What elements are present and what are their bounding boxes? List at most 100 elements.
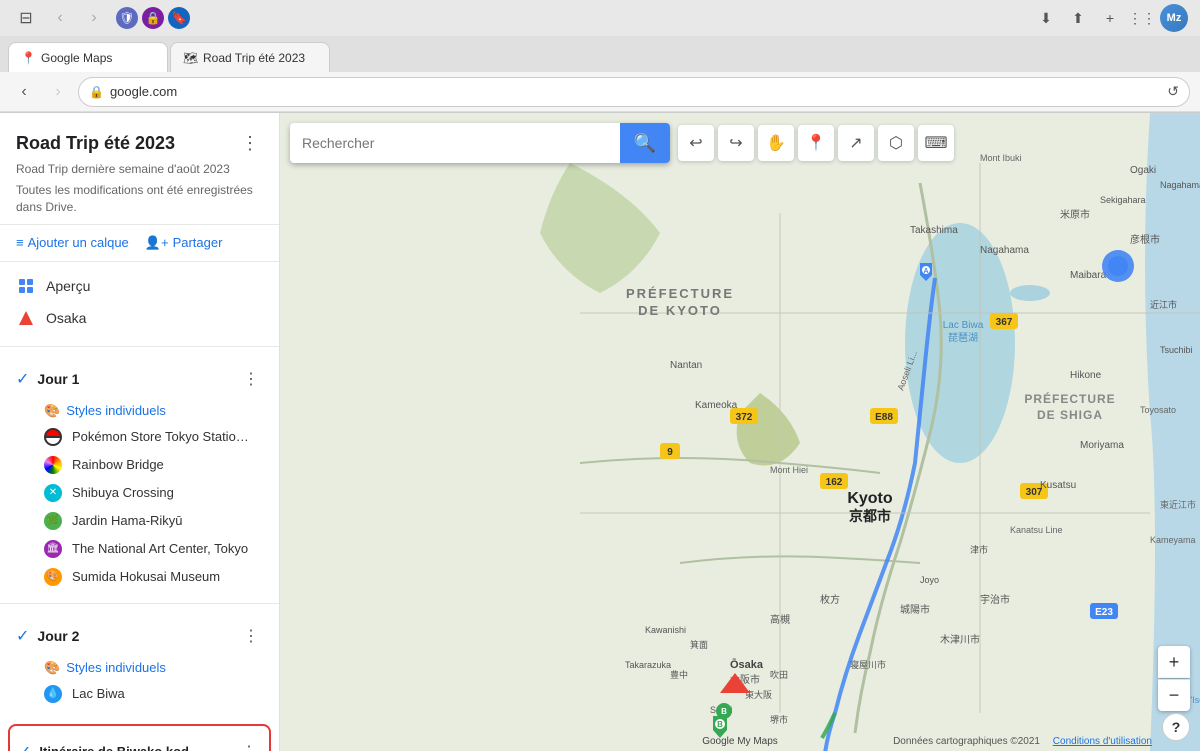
svg-text:Lac Biwa: Lac Biwa [943,320,984,331]
day1-check-icon: ✓ [16,369,29,389]
shibuya-item[interactable]: ✕ Shibuya Crossing [0,479,279,507]
divider-2 [0,603,279,604]
sidebar-more-button[interactable]: ⋮ [237,129,263,158]
svg-text:Ōsaka: Ōsaka [730,659,764,671]
nav-forward-button[interactable]: › [80,4,108,32]
sidebar: Road Trip été 2023 ⋮ Road Trip dernière … [0,113,280,751]
styles-icon: 🎨 [44,403,60,419]
svg-text:琵琶湖: 琵琶湖 [948,332,978,344]
tab-roadtrip[interactable]: 🗺 Road Trip été 2023 [170,42,330,72]
map-search-button[interactable]: 🔍 [620,123,670,163]
day2-styles-label: Styles individuels [66,660,166,675]
national-item[interactable]: 🏛 The National Art Center, Tokyo [0,535,279,563]
lac-biwa-item[interactable]: 💧 Lac Biwa [0,680,279,708]
extension-icon: 🔖 [168,7,190,29]
svg-text:372: 372 [736,412,753,423]
map-path-button[interactable]: ↗ [838,125,874,161]
day2-title: Jour 2 [37,628,79,644]
zoom-in-button[interactable]: + [1158,646,1190,678]
svg-text:A: A [923,268,928,275]
svg-text:DE SHIGA: DE SHIGA [1037,408,1103,422]
map-redo-button[interactable]: ↪ [718,125,754,161]
pokeball-icon [44,428,62,446]
search-icon: 🔍 [634,133,656,154]
svg-text:吹田: 吹田 [770,669,788,680]
svg-text:Nagahama: Nagahama [980,245,1029,256]
svg-text:Hikone: Hikone [1070,370,1102,381]
zoom-out-button[interactable]: − [1158,679,1190,711]
svg-text:豊中: 豊中 [670,669,688,680]
address-input[interactable] [110,84,1161,99]
svg-text:近江市: 近江市 [1150,299,1177,310]
nav-back-button[interactable]: ‹ [46,4,74,32]
map-background: E88 162 372 367 307 9 PRÉFECTURE DE KYOT… [280,113,1200,751]
day1-more-button[interactable]: ⋮ [239,365,263,393]
map-area[interactable]: E88 162 372 367 307 9 PRÉFECTURE DE KYOT… [280,113,1200,751]
map-help-button[interactable]: ? [1162,713,1190,741]
browser-toolbar: ‹ › 🔒 ↺ [0,72,1200,112]
svg-text:Nantan: Nantan [670,360,702,371]
map-undo-button[interactable]: ↩ [678,125,714,161]
rainbow-item[interactable]: Rainbow Bridge [0,451,279,479]
sidebar-save-note: Toutes les modifications ont été enregis… [16,182,263,216]
day2-more-button[interactable]: ⋮ [239,622,263,650]
hama-item[interactable]: 🌿 Jardin Hama-Rikyū [0,507,279,535]
grid-button[interactable]: ⋮⋮ [1128,4,1156,32]
new-tab-button[interactable]: + [1096,4,1124,32]
sidebar-subtitle: Road Trip dernière semaine d'août 2023 [16,162,263,176]
svg-text:Ogaki: Ogaki [1130,165,1156,176]
svg-text:B: B [717,720,723,729]
svg-text:堺市: 堺市 [770,714,788,725]
reload-icon[interactable]: ↺ [1167,83,1179,100]
sidebar-toggle-button[interactable]: ⊟ [12,4,40,32]
map-terms[interactable]: Conditions d'utilisation [1053,736,1152,747]
add-layer-button[interactable]: ≡ Ajouter un calque [16,235,129,251]
pokemon-item[interactable]: Pokémon Store Tokyo Statio… [0,423,279,451]
shield-icon: 🛡 [116,7,138,29]
svg-text:東近江市: 東近江市 [1160,499,1196,510]
day1-header: ✓ Jour 1 ⋮ [0,359,279,399]
day1-title: Jour 1 [37,371,79,387]
lock-icon: 🔒 [89,85,104,99]
overview-item[interactable]: Aperçu [0,270,279,302]
download-button[interactable]: ⬇ [1032,4,1060,32]
svg-text:Takarazuka: Takarazuka [625,660,671,670]
day2-styles-button[interactable]: 🎨 Styles individuels [0,656,182,680]
svg-text:E23: E23 [1095,607,1113,618]
browser-controls: ⊟ ‹ › [12,4,108,32]
day2-check-icon: ✓ [16,626,29,646]
map-text-button[interactable]: ⌨ [918,125,954,161]
day1-styles-button[interactable]: 🎨 Styles individuels [0,399,182,423]
shibuya-icon: ✕ [44,484,62,502]
tab-maps[interactable]: 📍 Google Maps [8,42,168,72]
svg-text:Takashima: Takashima [910,225,958,236]
user-avatar[interactable]: Mz [1160,4,1188,32]
rainbow-icon [44,456,62,474]
svg-text:城陽市: 城陽市 [900,603,930,616]
toolbar-extras: ⬇ ⬆ + ⋮⋮ Mz [1032,4,1188,32]
divider-1 [0,346,279,347]
browser-titlebar: ⊟ ‹ › 🛡 🔒 🔖 ⬇ ⬆ + ⋮⋮ Mz [0,0,1200,36]
svg-text:B: B [721,707,727,716]
map-shape-button[interactable]: ⬡ [878,125,914,161]
lake-icon: 💧 [44,685,62,703]
day1-section: ✓ Jour 1 ⋮ 🎨 Styles individuels Pokémon … [0,351,279,599]
svg-text:9: 9 [667,447,673,458]
map-search-input[interactable] [290,135,620,151]
toolbar-forward-button[interactable]: › [44,78,72,106]
map-pan-button[interactable]: ✋ [758,125,794,161]
map-marker-button[interactable]: 📍 [798,125,834,161]
toolbar-back-button[interactable]: ‹ [10,78,38,106]
share-button[interactable]: 👤+ Partager [145,235,223,251]
itinerary-more-button[interactable]: ⋮ [237,738,261,751]
osaka-label: Osaka [46,310,86,326]
add-layer-label: Ajouter un calque [28,235,129,250]
share-button[interactable]: ⬆ [1064,4,1092,32]
sidebar-title-row: Road Trip été 2023 ⋮ [16,129,263,158]
itinerary-header: ✓ Itinéraire de Biwako kodomo-no k… ⋮ [10,734,269,751]
osaka-item[interactable]: Osaka [0,302,279,334]
sumida-item[interactable]: 🎨 Sumida Hokusai Museum [0,563,279,591]
svg-text:PRÉFECTURE: PRÉFECTURE [626,286,734,301]
svg-text:Kawanishi: Kawanishi [645,625,686,635]
shibuya-label: Shibuya Crossing [72,485,174,500]
